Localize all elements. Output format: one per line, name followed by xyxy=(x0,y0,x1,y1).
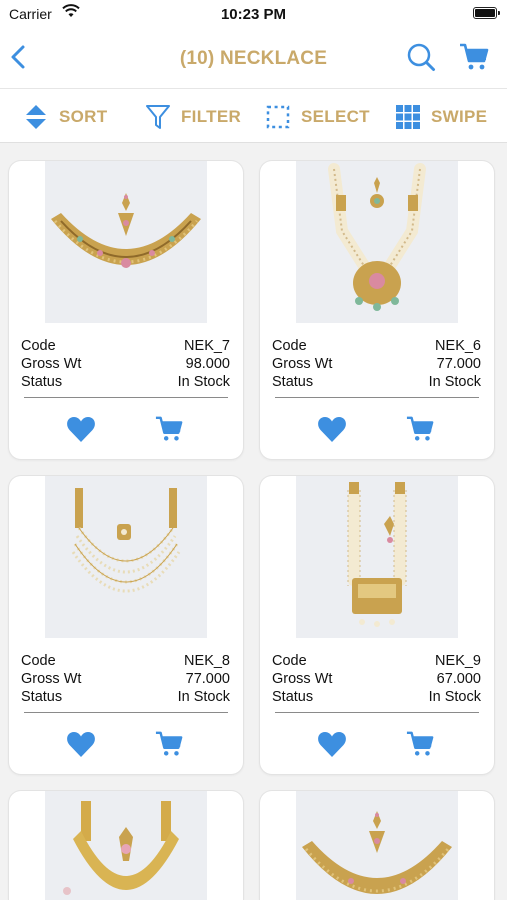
product-details: Code NEK_7 Gross Wt 98.000 Status In Stock xyxy=(21,337,230,391)
gross-wt-label: Gross Wt xyxy=(272,671,333,687)
product-details: Code NEK_9 Gross Wt 67.000 Status In Stock xyxy=(272,652,481,706)
favorite-button[interactable] xyxy=(317,415,347,443)
favorite-button[interactable] xyxy=(66,730,96,758)
product-image xyxy=(296,161,458,323)
product-image xyxy=(296,476,458,638)
heart-icon xyxy=(67,417,95,442)
select-button[interactable]: SELECT xyxy=(265,89,370,144)
divider xyxy=(24,397,228,398)
filter-button[interactable]: FILTER xyxy=(145,89,241,144)
favorite-button[interactable] xyxy=(317,730,347,758)
status-bar: Carrier 10:23 PM xyxy=(0,0,507,28)
product-details: Code NEK_6 Gross Wt 77.000 Status In Stock xyxy=(272,337,481,391)
cart-icon xyxy=(406,416,434,441)
product-image xyxy=(45,476,207,638)
action-toolbar: SORT FILTER SELECT SWIPE xyxy=(0,88,507,143)
gross-wt-value: 67.000 xyxy=(436,671,481,687)
gross-wt-label: Gross Wt xyxy=(21,671,82,687)
cart-button[interactable] xyxy=(458,42,490,72)
sort-icon xyxy=(23,103,49,131)
gross-wt-value: 77.000 xyxy=(436,356,481,372)
status-value: In Stock xyxy=(177,689,230,705)
code-label: Code xyxy=(21,338,56,354)
product-card[interactable] xyxy=(260,791,494,900)
favorite-button[interactable] xyxy=(66,415,96,443)
nav-bar: (10) NECKLACE xyxy=(0,28,507,88)
cart-icon xyxy=(155,731,183,756)
code-value: NEK_8 xyxy=(184,653,230,669)
product-details: Code NEK_8 Gross Wt 77.000 Status In Stock xyxy=(21,652,230,706)
gross-wt-value: 98.000 xyxy=(185,356,230,372)
cart-icon xyxy=(155,416,183,441)
select-label: SELECT xyxy=(301,106,370,126)
status-label: Status xyxy=(21,374,63,390)
status-value: In Stock xyxy=(177,374,230,390)
code-value: NEK_7 xyxy=(184,338,230,354)
product-card[interactable]: Code NEK_9 Gross Wt 67.000 Status In Stock xyxy=(260,476,494,774)
divider xyxy=(24,712,228,713)
status-value: In Stock xyxy=(428,689,481,705)
sort-button[interactable]: SORT xyxy=(23,89,107,144)
status-label: Status xyxy=(272,689,314,705)
battery-icon xyxy=(473,7,500,19)
cart-icon xyxy=(460,43,489,70)
swipe-label: SWIPE xyxy=(431,106,488,126)
code-value: NEK_9 xyxy=(435,653,481,669)
search-icon xyxy=(407,43,435,71)
status-value: In Stock xyxy=(428,374,481,390)
add-to-cart-button[interactable] xyxy=(405,415,435,443)
add-to-cart-button[interactable] xyxy=(405,730,435,758)
product-card[interactable]: Code NEK_7 Gross Wt 98.000 Status In Stock xyxy=(9,161,243,459)
code-value: NEK_6 xyxy=(435,338,481,354)
heart-icon xyxy=(318,732,346,757)
product-card[interactable] xyxy=(9,791,243,900)
divider xyxy=(275,712,479,713)
gross-wt-label: Gross Wt xyxy=(272,356,333,372)
sort-label: SORT xyxy=(59,106,108,126)
gross-wt-value: 77.000 xyxy=(185,671,230,687)
heart-icon xyxy=(67,732,95,757)
status-label: Status xyxy=(272,374,314,390)
product-image xyxy=(296,791,458,900)
swipe-button[interactable]: SWIPE xyxy=(395,89,487,144)
divider xyxy=(275,397,479,398)
code-label: Code xyxy=(21,653,56,669)
product-card[interactable]: Code NEK_8 Gross Wt 77.000 Status In Stock xyxy=(9,476,243,774)
cart-icon xyxy=(406,731,434,756)
product-image xyxy=(45,161,207,323)
grid-icon xyxy=(395,103,421,131)
code-label: Code xyxy=(272,338,307,354)
add-to-cart-button[interactable] xyxy=(154,730,184,758)
clock: 10:23 PM xyxy=(220,6,287,23)
select-icon xyxy=(265,103,291,131)
filter-icon xyxy=(145,103,171,131)
code-label: Code xyxy=(272,653,307,669)
filter-label: FILTER xyxy=(181,106,242,126)
product-card[interactable]: Code NEK_6 Gross Wt 77.000 Status In Stock xyxy=(260,161,494,459)
heart-icon xyxy=(318,417,346,442)
add-to-cart-button[interactable] xyxy=(154,415,184,443)
gross-wt-label: Gross Wt xyxy=(21,356,82,372)
product-image xyxy=(45,791,207,900)
search-button[interactable] xyxy=(406,42,436,72)
status-label: Status xyxy=(21,689,63,705)
